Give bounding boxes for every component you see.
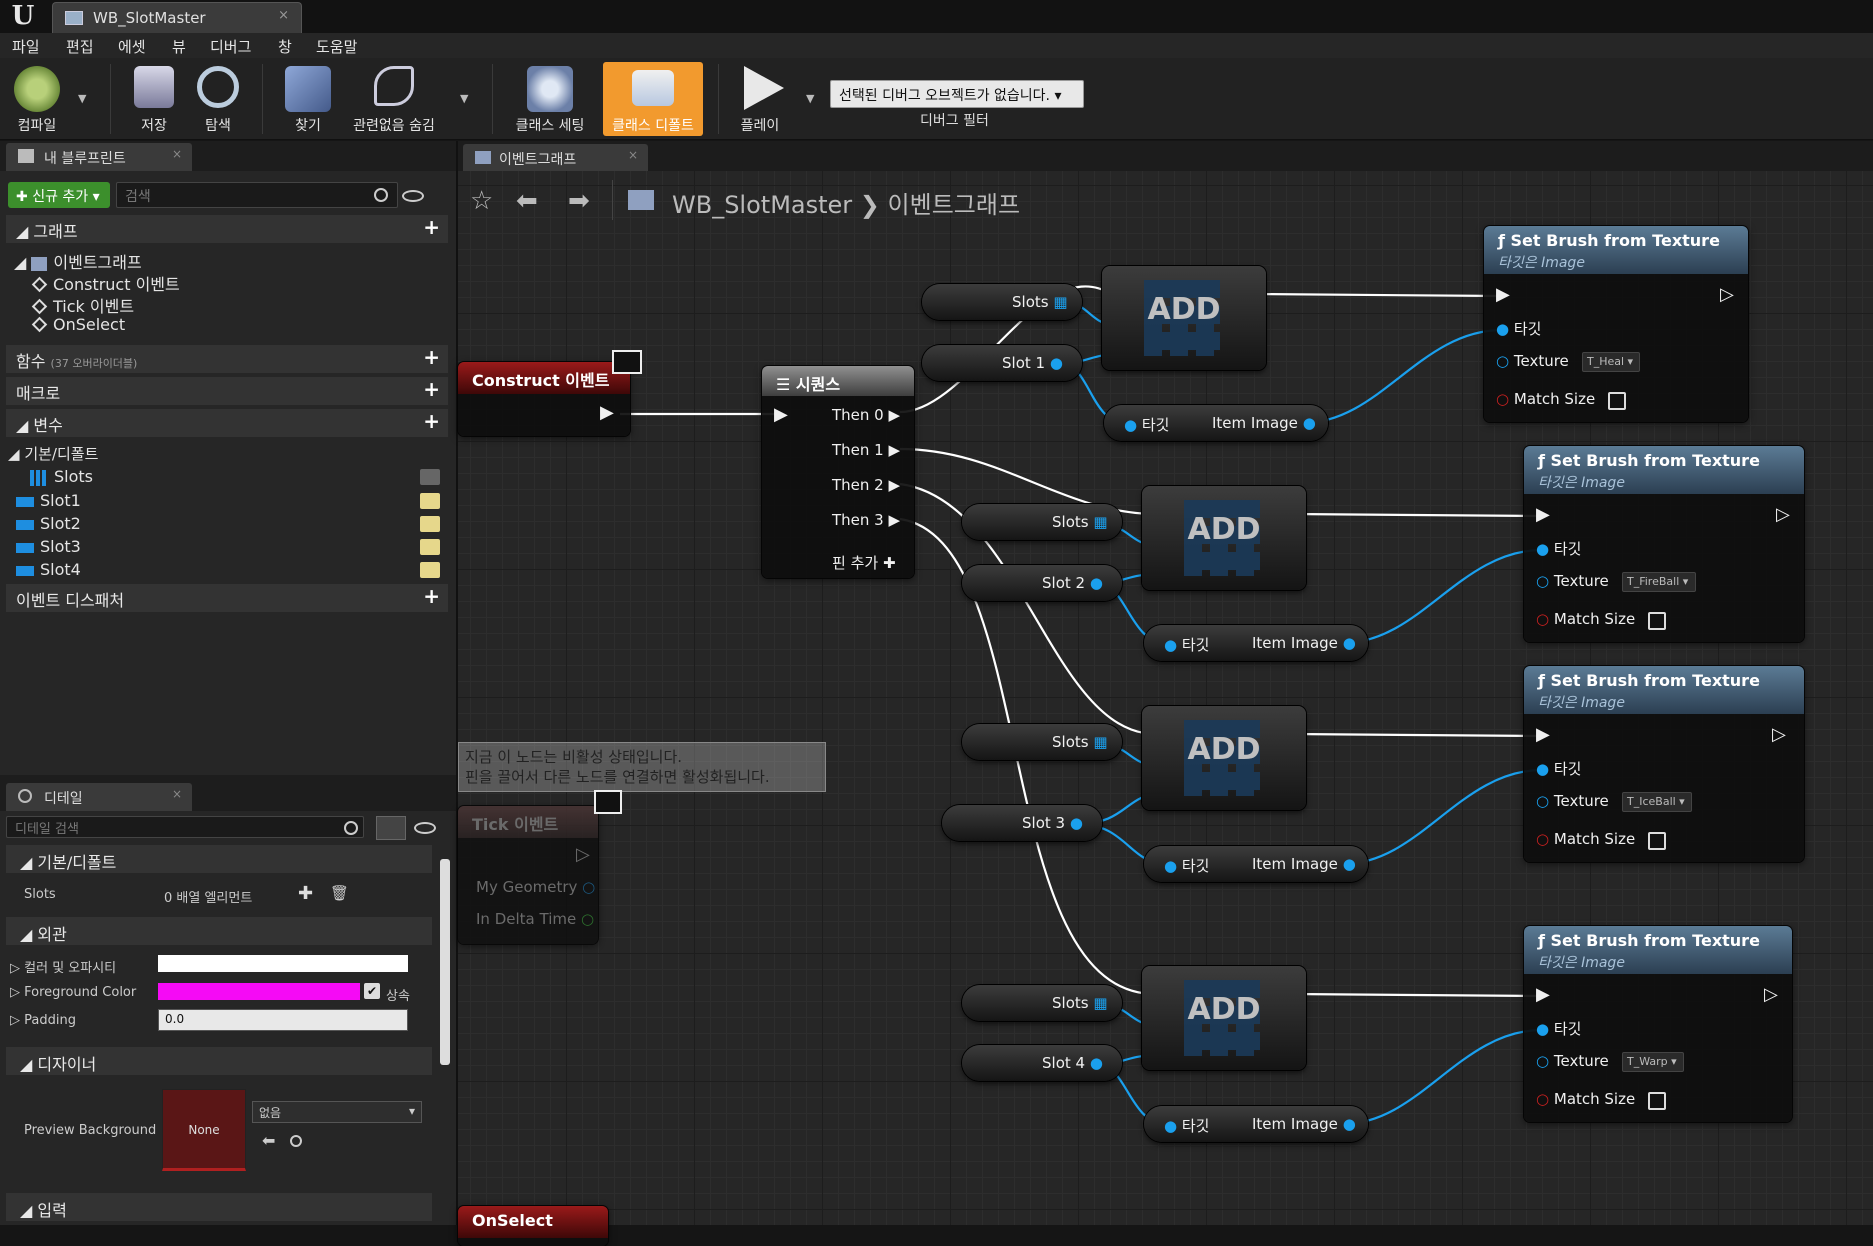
match-size-checkbox[interactable] [1608,392,1626,410]
target-item-image-node[interactable]: ● 타깃 Item Image ● [1104,405,1328,441]
construct-event-title: Construct 이벤트 [472,371,610,390]
sequence-title: 시퀀스 [795,375,841,394]
exec-in-pin[interactable]: ▶ [1536,724,1550,745]
get-slots-node[interactable]: Slots ▦ [922,284,1082,320]
construct-event-node[interactable]: Construct 이벤트 ▶ [458,362,630,436]
in-delta-time-pin[interactable]: In Delta Time ○ [476,910,594,928]
then-2-pin[interactable]: Then 2 ▶ [832,476,900,494]
exec-in-pin[interactable]: ▶ [1496,284,1510,305]
exec-in-pin[interactable]: ▶ [1536,504,1550,525]
array-add-node[interactable]: ADD [1142,706,1306,810]
then-1-pin[interactable]: Then 1 ▶ [832,441,900,459]
target-item-image-node[interactable]: ● 타깃 Item Image ● [1144,846,1368,882]
set-brush-node-4[interactable]: ƒ Set Brush from Texture 타깃은 Image ▶ ▷ ● … [1524,926,1792,1122]
then-0-pin[interactable]: Then 0 ▶ [832,406,900,424]
get-slots-node[interactable]: Slots ▦ [962,985,1122,1021]
match-size-checkbox[interactable] [1648,612,1666,630]
add-pin-button[interactable]: 핀 추가 ✚ [832,552,896,573]
client-monitor-icon [612,350,642,374]
target-item-image-node[interactable]: ● 타깃 Item Image ● [1144,1106,1368,1142]
exec-out-pin[interactable]: ▶ [600,402,614,423]
target-pin[interactable]: ● 타깃 [1536,1018,1581,1039]
texture-pin[interactable]: ○ Texture [1536,572,1609,590]
match-size-pin[interactable]: ○ Match Size [1496,390,1595,408]
match-size-checkbox[interactable] [1648,832,1666,850]
texture-pin[interactable]: ○ Texture [1536,1052,1609,1070]
tick-event-title: Tick 이벤트 [472,815,559,834]
set-brush-node-1[interactable]: ƒ Set Brush from Texture 타깃은 Image ▶ ▷ ● … [1484,226,1748,422]
exec-out-pin[interactable]: ▷ [1772,724,1786,745]
exec-in-pin[interactable]: ▶ [774,404,788,425]
texture-select[interactable]: T_Warp ▾ [1622,1052,1684,1072]
onselect-event-node[interactable]: OnSelect [458,1206,608,1246]
disabled-node-comment: 지금 이 노드는 비활성 상태입니다. 핀을 끌어서 다른 노드를 연결하면 활… [458,742,826,792]
target-item-image-node[interactable]: ● 타깃 Item Image ● [1144,625,1368,661]
then-3-pin[interactable]: Then 3 ▶ [832,511,900,529]
get-slot4-node[interactable]: Slot 4 ● [962,1045,1122,1081]
onselect-event-title: OnSelect [472,1211,553,1230]
get-slots-node[interactable]: Slots ▦ [962,504,1122,540]
match-size-pin[interactable]: ○ Match Size [1536,1090,1635,1108]
match-size-checkbox[interactable] [1648,1092,1666,1110]
exec-out-pin[interactable]: ▷ [1776,504,1790,525]
exec-out-pin[interactable]: ▷ [576,844,590,865]
texture-select[interactable]: T_Heal ▾ [1582,352,1640,372]
array-add-node[interactable]: ADD [1142,966,1306,1070]
texture-pin[interactable]: ○ Texture [1536,792,1609,810]
set-brush-node-3[interactable]: ƒ Set Brush from Texture 타깃은 Image ▶ ▷ ● … [1524,666,1804,862]
sequence-node[interactable]: ☰ 시퀀스 ▶ Then 0 ▶ Then 1 ▶ Then 2 ▶ Then … [762,366,914,578]
target-pin[interactable]: ● 타깃 [1496,318,1541,339]
target-pin[interactable]: ● 타깃 [1536,758,1581,779]
texture-select[interactable]: T_IceBall ▾ [1622,792,1692,812]
match-size-pin[interactable]: ○ Match Size [1536,830,1635,848]
array-add-node[interactable]: ADD [1142,486,1306,590]
exec-out-pin[interactable]: ▷ [1764,984,1778,1005]
set-brush-node-2[interactable]: ƒ Set Brush from Texture 타깃은 Image ▶ ▷ ● … [1524,446,1804,642]
get-slot1-node[interactable]: Slot 1 ● [922,345,1082,381]
my-geometry-pin[interactable]: My Geometry ○ [476,878,595,896]
target-pin[interactable]: ● 타깃 [1536,538,1581,559]
tick-event-node[interactable]: Tick 이벤트 ▷ My Geometry ○ In Delta Time ○ [458,806,598,944]
texture-select[interactable]: T_FireBall ▾ [1622,572,1696,592]
array-add-node[interactable]: ADD [1102,266,1266,370]
client-monitor-icon [594,790,622,814]
match-size-pin[interactable]: ○ Match Size [1536,610,1635,628]
exec-in-pin[interactable]: ▶ [1536,984,1550,1005]
get-slot2-node[interactable]: Slot 2 ● [962,565,1122,601]
exec-out-pin[interactable]: ▷ [1720,284,1734,305]
get-slots-node[interactable]: Slots ▦ [962,724,1122,760]
texture-pin[interactable]: ○ Texture [1496,352,1569,370]
get-slot3-node[interactable]: Slot 3 ● [942,805,1102,841]
